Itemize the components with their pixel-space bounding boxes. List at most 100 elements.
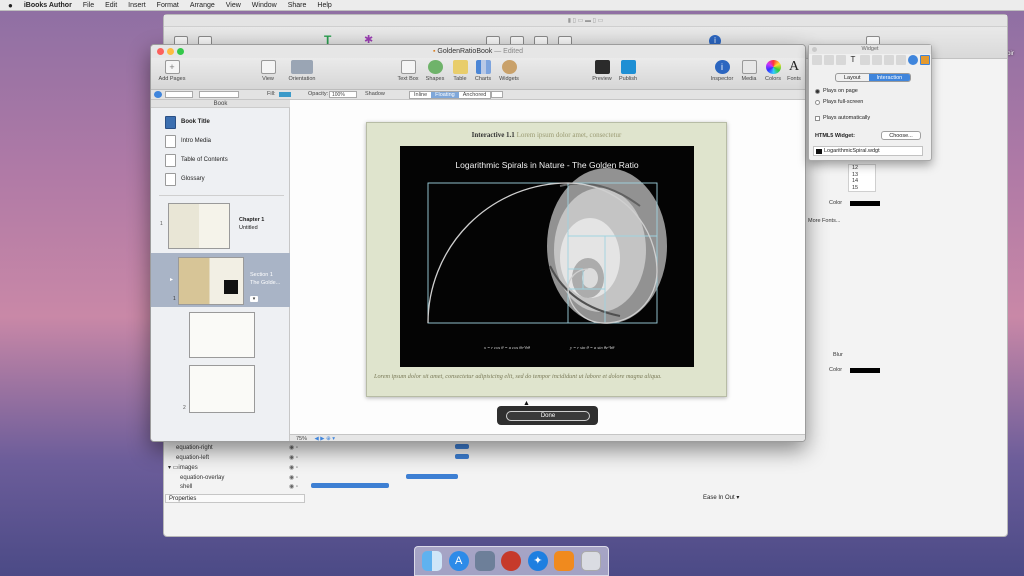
menu-format[interactable]: Format <box>157 2 179 9</box>
inspector-tab-document[interactable] <box>812 55 822 65</box>
menu-insert[interactable]: Insert <box>128 2 146 9</box>
close-button[interactable] <box>157 48 164 55</box>
opacity-field[interactable]: 100% <box>329 91 357 98</box>
wrap-anchored[interactable]: Anchored <box>458 92 491 98</box>
sidebar-item-intro-media[interactable]: Intro Media <box>165 133 211 149</box>
page-nav-arrows[interactable]: ◀ ▶ ⊕ ▾ <box>315 436 335 441</box>
inspector-tab-text[interactable]: T <box>848 55 858 65</box>
layer-row[interactable]: equation-overlay ◉ ▫ <box>168 473 308 482</box>
wrap-segmented[interactable]: Inline Floating Anchored <box>409 91 492 99</box>
layer-row[interactable]: ▾ ▭ images ◉ ▫ <box>168 463 308 472</box>
colors-button[interactable]: Colors <box>762 60 784 82</box>
more-fonts-item[interactable]: More Fonts... <box>808 218 840 224</box>
ibooks-author-icon[interactable] <box>554 551 575 571</box>
color-swatch[interactable] <box>850 368 880 373</box>
photo-booth-icon[interactable] <box>501 551 522 571</box>
seg-layout[interactable]: Layout <box>836 74 869 81</box>
safari-icon[interactable]: ✦ <box>527 551 548 571</box>
inspector-segmented: Layout Interaction <box>835 73 912 82</box>
app-store-icon[interactable]: A <box>448 551 469 571</box>
line-style-dropdown[interactable] <box>165 91 193 98</box>
inspector-close-button[interactable] <box>812 47 817 52</box>
widget-thumb-preview <box>224 280 238 294</box>
menu-share[interactable]: Share <box>288 2 307 9</box>
inspector-tab-chart[interactable] <box>895 55 906 65</box>
timeline-bar[interactable] <box>406 474 458 479</box>
menu-view[interactable]: View <box>226 2 241 9</box>
preview-icon[interactable] <box>475 551 496 571</box>
seg-interaction[interactable]: Interaction <box>868 74 911 81</box>
inspector-button[interactable]: i Inspector <box>709 60 735 82</box>
arrange-dropdown[interactable] <box>491 91 503 98</box>
done-button[interactable]: Done <box>506 411 590 421</box>
disclosure-triangle-icon[interactable]: ▸ <box>170 276 173 283</box>
section-menu-button[interactable]: ▾ <box>250 296 258 302</box>
preview-button[interactable]: Preview <box>590 60 614 82</box>
inspector-tab-wrap[interactable] <box>835 55 846 65</box>
add-pages-button[interactable]: + Add Pages <box>155 60 189 82</box>
fonts-button[interactable]: A Fonts <box>784 60 804 83</box>
fill-label: Fill: <box>267 91 276 97</box>
menu-help[interactable]: Help <box>317 2 331 9</box>
timeline-bar[interactable] <box>455 444 469 449</box>
shapes-button[interactable]: Shapes <box>423 60 447 82</box>
page-thumbnail[interactable] <box>189 365 255 413</box>
menu-arrange[interactable]: Arrange <box>190 2 215 9</box>
choose-button[interactable]: Choose... <box>881 131 921 140</box>
mouse-cursor-icon: ▲ <box>523 400 530 407</box>
sidebar-item-book-title[interactable]: Book Title <box>165 114 210 130</box>
inspector-tab-metrics[interactable] <box>871 55 882 65</box>
zoom-button[interactable] <box>177 48 184 55</box>
publish-button[interactable]: Publish <box>616 60 640 82</box>
inspector-tab-hyperlink[interactable] <box>907 55 918 65</box>
widget-frame[interactable]: Logarithmic Spirals in Nature - The Gold… <box>400 146 694 367</box>
inspector-tab-widget[interactable] <box>919 55 931 65</box>
line-width-field[interactable] <box>199 91 239 98</box>
finder-icon[interactable] <box>422 551 443 571</box>
layer-row[interactable]: equation-left ◉ ▫ <box>168 453 308 462</box>
widgets-button[interactable]: Widgets <box>496 60 522 82</box>
table-button[interactable]: Table <box>449 60 471 82</box>
menu-app-name[interactable]: iBooks Author <box>24 2 72 9</box>
chapter-thumbnail[interactable] <box>168 203 230 249</box>
layer-row[interactable]: shell ◉ ▫ <box>168 482 308 491</box>
chapter-title[interactable]: Chapter 1 <box>239 217 264 223</box>
trash-icon[interactable] <box>580 551 601 571</box>
apple-menu-icon[interactable]: ● <box>8 1 13 10</box>
plays-automatically-checkbox[interactable]: Plays automatically <box>815 115 870 121</box>
wrap-inline[interactable]: Inline <box>410 92 432 98</box>
timeline-bar[interactable] <box>311 483 389 488</box>
shadow-checkbox[interactable]: Shadow <box>365 91 385 97</box>
menu-window[interactable]: Window <box>252 2 277 9</box>
layer-row[interactable]: equation-right ◉ ▫ <box>168 443 308 452</box>
zoom-level[interactable]: 75% <box>296 436 307 441</box>
sidebar-divider <box>159 195 284 196</box>
sidebar-item-glossary[interactable]: Glossary <box>165 171 205 187</box>
charts-button[interactable]: Charts <box>472 60 494 82</box>
properties-dropdown[interactable]: Properties <box>165 494 305 503</box>
document-toolbar: + Add Pages View Orientation Text Box Sha… <box>151 58 805 90</box>
view-button[interactable]: View <box>257 60 279 82</box>
menu-file[interactable]: File <box>83 2 94 9</box>
style-button[interactable] <box>154 91 162 98</box>
fill-swatch[interactable] <box>279 92 291 97</box>
page-thumbnail[interactable] <box>189 312 255 358</box>
color-swatch[interactable] <box>850 201 880 206</box>
timeline-bar[interactable] <box>455 454 469 459</box>
inspector-tab-table[interactable] <box>883 55 894 65</box>
orientation-button[interactable]: Orientation <box>285 60 319 82</box>
plays-on-page-radio[interactable]: Plays on page <box>815 88 858 94</box>
minimize-button[interactable] <box>167 48 174 55</box>
plays-full-screen-radio[interactable]: Plays full-screen <box>815 99 863 105</box>
sidebar-item-toc[interactable]: Table of Contents <box>165 152 228 168</box>
menu-edit[interactable]: Edit <box>105 2 117 9</box>
media-button[interactable]: Media <box>738 60 760 82</box>
text-box-button[interactable]: Text Box <box>396 60 420 82</box>
section-title[interactable]: Section 1 <box>250 272 273 278</box>
widget-filename-field[interactable]: LogarithmicSpiral.wdgt <box>813 146 923 156</box>
easing-dropdown[interactable]: Ease In Out ▾ <box>703 494 747 503</box>
wrap-floating[interactable]: Floating <box>431 92 459 98</box>
inspector-tab-graphic[interactable] <box>859 55 870 65</box>
inspector-tab-layout[interactable] <box>823 55 834 65</box>
font-size-list[interactable]: 12 13 14 15 <box>848 164 876 192</box>
